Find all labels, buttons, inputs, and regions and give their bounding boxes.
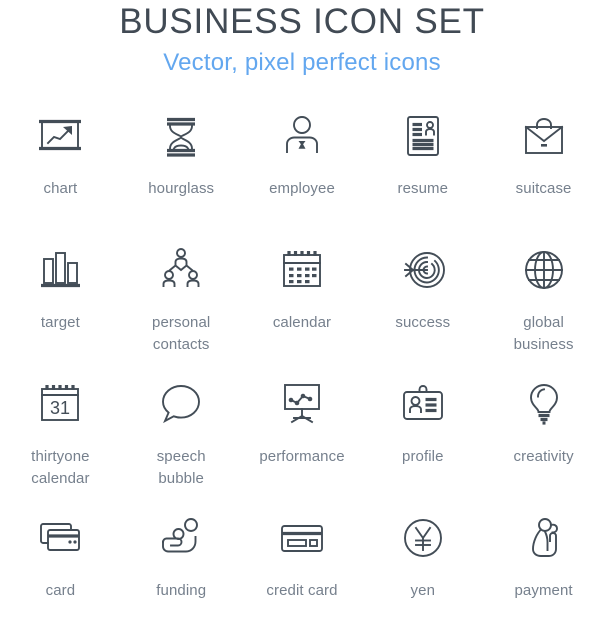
icon-label: creativity (513, 448, 574, 465)
icon-label: suitcase (515, 180, 572, 197)
svg-text:31: 31 (50, 398, 70, 418)
calendar-icon (274, 242, 330, 298)
icon-label: hourglass (148, 180, 215, 197)
employee-icon (274, 108, 330, 164)
credit-card-icon (274, 510, 330, 566)
icon-cell-chart[interactable]: chart (0, 108, 121, 242)
dartboard-arrow-icon (395, 242, 451, 298)
icon-label: success (395, 314, 451, 331)
icon-label: credit card (266, 582, 338, 599)
icon-grid: chart hourglass employee resume suitcase… (0, 108, 604, 644)
bar-chart-icon (32, 242, 88, 298)
icon-label: yen (410, 582, 436, 599)
icon-cell-card[interactable]: card (0, 510, 121, 644)
page-subtitle: Vector, pixel perfect icons (163, 49, 441, 76)
presentation-chart-icon (274, 376, 330, 432)
icon-label: calendar (272, 314, 332, 331)
page-title: BUSINESS ICON SET (119, 2, 485, 41)
hand-coin-icon (153, 510, 209, 566)
icon-label: resume (397, 180, 449, 197)
id-badge-icon (395, 376, 451, 432)
icon-label: performance (259, 448, 345, 465)
icon-label: thirtyone calendar (31, 448, 90, 487)
icon-cell-suitcase[interactable]: suitcase (483, 108, 604, 242)
icon-cell-credit-card[interactable]: credit card (242, 510, 363, 644)
icon-cell-personal-contacts[interactable]: personal contacts (121, 242, 242, 376)
calendar-31-icon: 31 (32, 376, 88, 432)
icon-label: chart (43, 180, 78, 197)
icon-cell-performance[interactable]: performance (242, 376, 363, 510)
icon-cell-global-business[interactable]: global business (483, 242, 604, 376)
icon-cell-funding[interactable]: funding (121, 510, 242, 644)
resume-icon (395, 108, 451, 164)
icon-cell-thirtyone-calendar[interactable]: 31 thirtyone calendar (0, 376, 121, 510)
hourglass-icon (153, 108, 209, 164)
icon-cell-success[interactable]: success (362, 242, 483, 376)
icon-label: employee (269, 180, 335, 197)
icon-label: funding (156, 582, 207, 599)
icon-label: card (45, 582, 76, 599)
yen-coin-icon (395, 510, 451, 566)
icon-label: payment (514, 582, 573, 599)
lightbulb-icon (516, 376, 572, 432)
stacked-cards-icon (32, 510, 88, 566)
icon-cell-creativity[interactable]: creativity (483, 376, 604, 510)
globe-icon (516, 242, 572, 298)
icon-set-page: BUSINESS ICON SET Vector, pixel perfect … (0, 0, 604, 612)
icon-label: personal contacts (152, 314, 211, 353)
speech-bubble-icon (153, 376, 209, 432)
icon-cell-target[interactable]: target (0, 242, 121, 376)
icon-label: target (40, 314, 80, 331)
icon-cell-speech-bubble[interactable]: speech bubble (121, 376, 242, 510)
org-chart-icon (153, 242, 209, 298)
icon-label: speech bubble (156, 448, 206, 487)
icon-label: global business (513, 314, 574, 353)
icon-cell-calendar[interactable]: calendar (242, 242, 363, 376)
icon-cell-payment[interactable]: payment (483, 510, 604, 644)
icon-cell-employee[interactable]: employee (242, 108, 363, 242)
header: BUSINESS ICON SET Vector, pixel perfect … (0, 0, 604, 78)
icon-cell-hourglass[interactable]: hourglass (121, 108, 242, 242)
icon-cell-profile[interactable]: profile (362, 376, 483, 510)
icon-cell-resume[interactable]: resume (362, 108, 483, 242)
suitcase-icon (516, 108, 572, 164)
chart-icon (32, 108, 88, 164)
icon-label: profile (402, 448, 444, 465)
icon-cell-yen[interactable]: yen (362, 510, 483, 644)
hand-tap-icon (516, 510, 572, 566)
